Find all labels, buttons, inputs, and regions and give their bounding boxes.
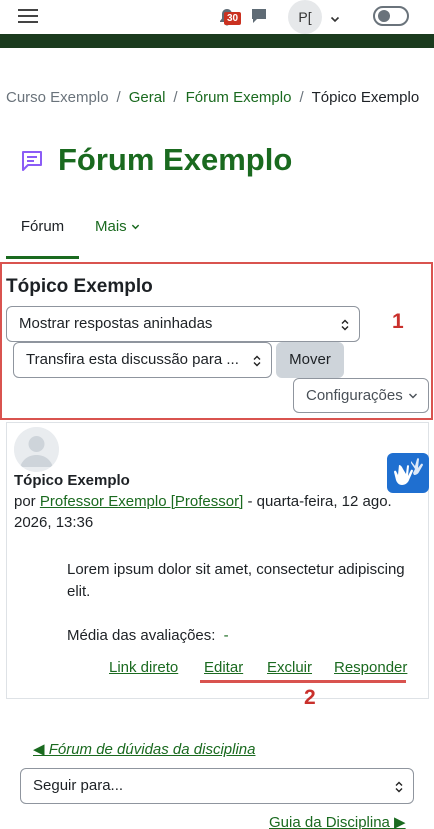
- move-discussion-value: Transfira esta discussão para ...: [26, 351, 239, 368]
- chevron-down-icon: [131, 224, 140, 230]
- jump-to-select[interactable]: Seguir para...: [20, 768, 414, 804]
- notification-count-badge: 30: [224, 12, 242, 25]
- jump-to-value: Seguir para...: [33, 777, 124, 794]
- post-action-delete-wrap: Excluir: [267, 659, 312, 676]
- header-bar: [0, 34, 434, 48]
- user-avatar-icon[interactable]: [14, 427, 59, 472]
- move-discussion-select[interactable]: Transfira esta discussão para ...: [13, 342, 272, 378]
- post-meta: por Professor Exemplo [Professor] - quar…: [14, 491, 424, 533]
- post-action-reply-wrap: Responder: [334, 659, 407, 676]
- post-subject: Tópico Exemplo: [14, 472, 130, 489]
- rating-value-link[interactable]: -: [224, 627, 229, 644]
- select-caret-icon: [341, 319, 349, 331]
- previous-activity-link[interactable]: ◀ Fórum de dúvidas da disciplina: [33, 740, 255, 758]
- page-title: Fórum Exemplo: [58, 142, 293, 177]
- chevron-down-icon[interactable]: [330, 11, 340, 23]
- tab-more[interactable]: Mais: [95, 205, 140, 259]
- secondary-navigation: Fórum Mais: [0, 205, 434, 259]
- menu-icon[interactable]: [18, 8, 38, 24]
- dark-mode-toggle[interactable]: [373, 6, 409, 26]
- top-navbar: 30 P[: [0, 0, 434, 34]
- breadcrumb-section[interactable]: Geral: [129, 89, 166, 106]
- tab-forum[interactable]: Fórum: [6, 205, 79, 259]
- annotation-marker-1: 1: [392, 310, 404, 333]
- select-caret-icon: [253, 355, 261, 367]
- delete-link[interactable]: Excluir: [267, 659, 312, 676]
- display-mode-select[interactable]: Mostrar respostas aninhadas: [6, 306, 360, 342]
- breadcrumb-separator: /: [299, 89, 304, 106]
- post-action-edit-wrap: Editar: [204, 659, 243, 676]
- permalink-link[interactable]: Link direto: [109, 659, 178, 676]
- post-author-link[interactable]: Professor Exemplo [Professor]: [40, 493, 243, 510]
- tab-more-label: Mais: [95, 218, 127, 235]
- post-action-permalink-wrap: Link direto: [109, 659, 178, 676]
- settings-button[interactable]: Configurações: [293, 378, 429, 413]
- user-initials: P[: [298, 9, 312, 25]
- select-caret-icon: [395, 781, 403, 793]
- breadcrumb-separator: /: [173, 89, 178, 106]
- breadcrumb-current: Tópico Exemplo: [311, 89, 420, 106]
- post-content: Lorem ipsum dolor sit amet, consectetur …: [67, 561, 405, 600]
- move-button[interactable]: Mover: [276, 342, 344, 378]
- chat-icon[interactable]: [250, 7, 268, 25]
- vlibras-hands-icon[interactable]: [387, 453, 429, 493]
- forum-icon: [20, 149, 44, 173]
- next-activity-link[interactable]: Guia da Disciplina ▶: [269, 813, 406, 829]
- display-mode-value: Mostrar respostas aninhadas: [19, 315, 213, 332]
- breadcrumb: Curso Exemplo / Geral / Fórum Exemplo / …: [6, 89, 419, 106]
- reply-link[interactable]: Responder: [334, 659, 407, 676]
- bell-icon[interactable]: 30: [216, 6, 242, 28]
- post-by-prefix: por: [14, 493, 36, 510]
- actions-highlight-underline: [200, 680, 406, 683]
- breadcrumb-separator: /: [116, 89, 121, 106]
- annotation-marker-2: 2: [304, 686, 316, 709]
- chevron-down-icon: [409, 393, 417, 399]
- post-rating: Média das avaliações: -: [67, 627, 229, 644]
- rating-label: Média das avaliações:: [67, 627, 216, 644]
- breadcrumb-course[interactable]: Curso Exemplo: [6, 89, 109, 106]
- discussion-title: Tópico Exemplo: [6, 276, 153, 297]
- edit-link[interactable]: Editar: [204, 659, 243, 676]
- breadcrumb-forum[interactable]: Fórum Exemplo: [186, 89, 292, 106]
- settings-button-label: Configurações: [306, 387, 403, 404]
- user-menu-avatar[interactable]: P[: [288, 0, 322, 34]
